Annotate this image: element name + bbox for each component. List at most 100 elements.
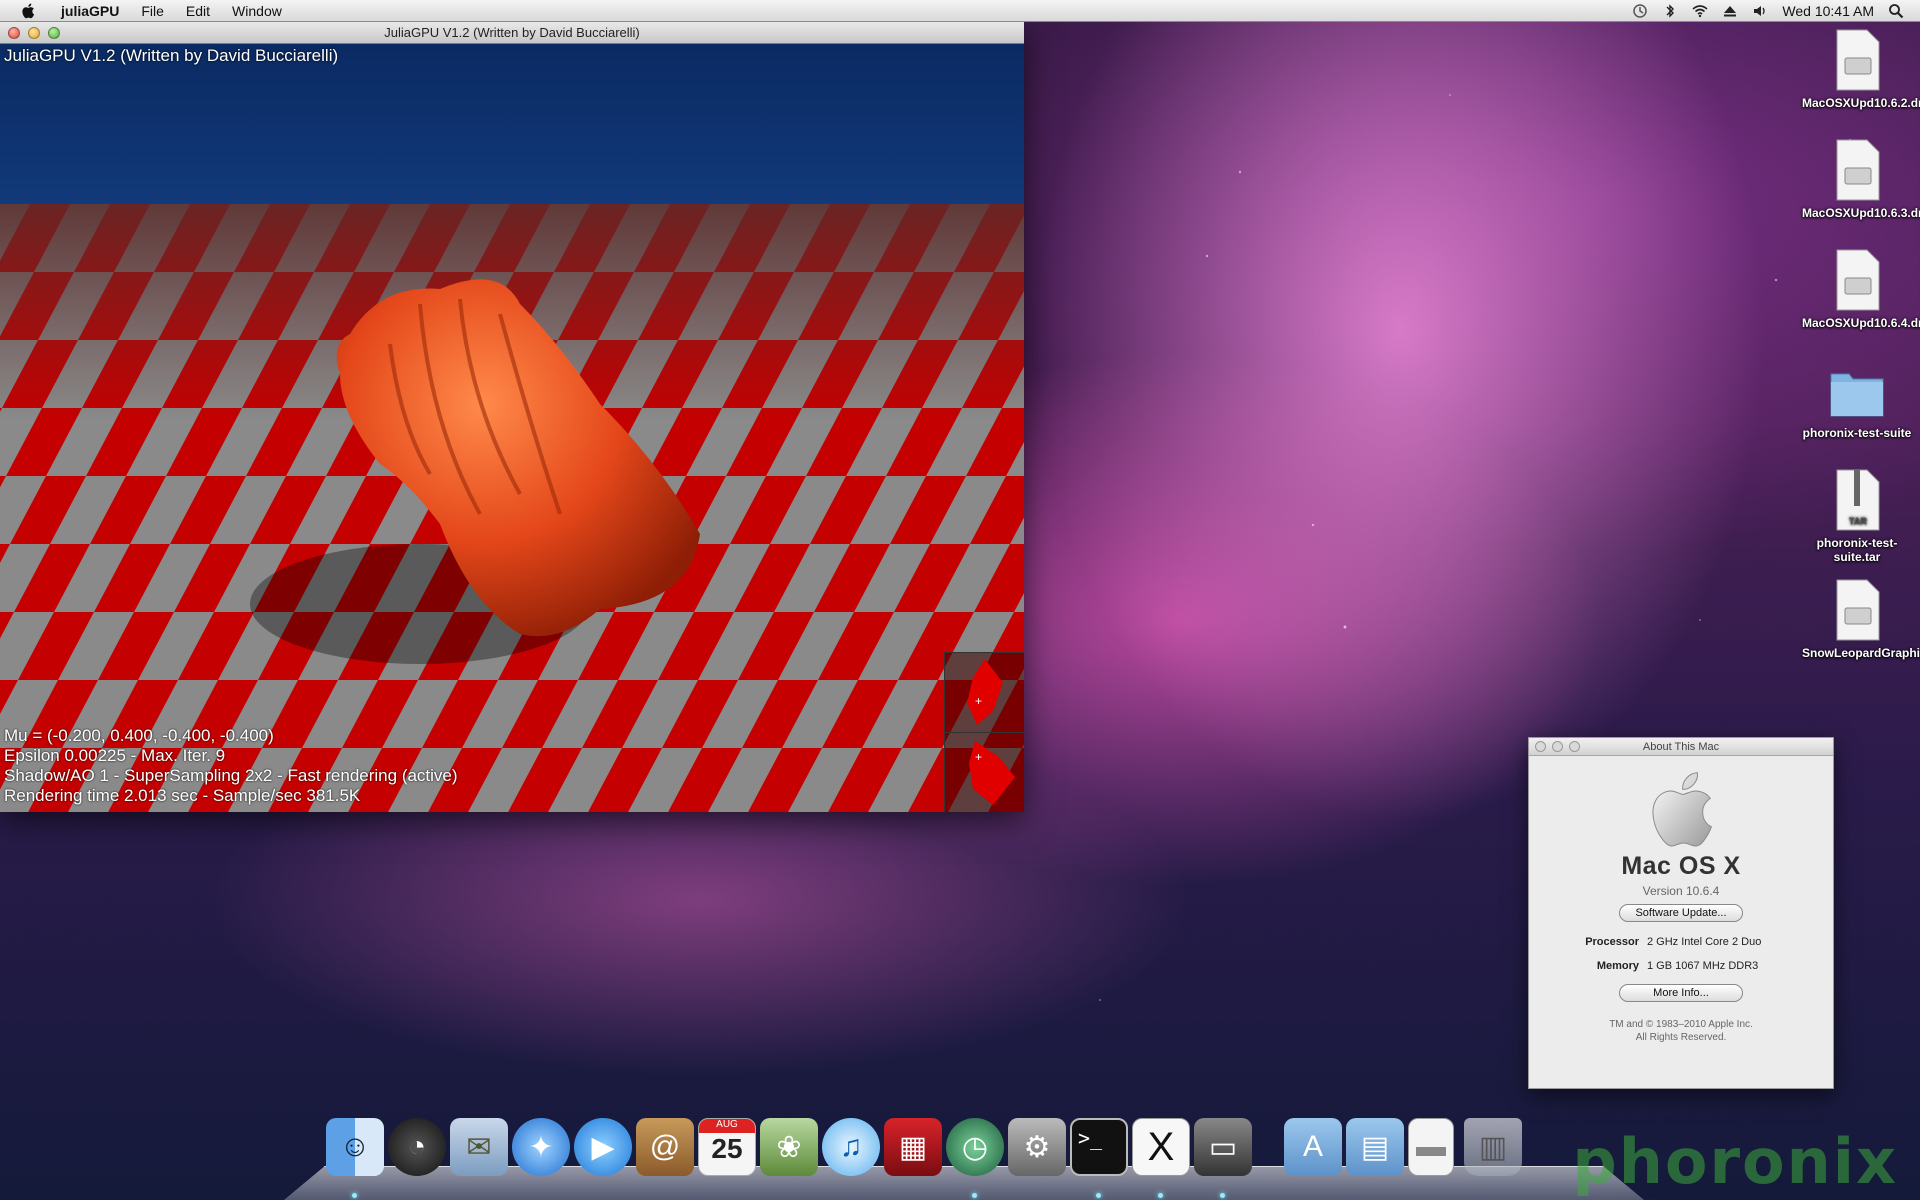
desktop-icon-label: MacOSXUpd10.6.3.dmg [1802, 206, 1920, 220]
svg-text:+: + [975, 750, 982, 764]
running-indicator [1220, 1193, 1225, 1198]
zoom-button[interactable] [48, 27, 60, 39]
about-this-mac-window: About This Mac Mac OS X Version 10.6.4 S… [1528, 737, 1834, 1089]
render-scene [0, 44, 1024, 812]
menu-window[interactable]: Window [221, 0, 293, 22]
zoom-button[interactable] [1569, 741, 1580, 752]
apple-menu-icon[interactable] [18, 3, 38, 19]
documents-folder-icon[interactable]: ▤ [1346, 1118, 1404, 1176]
dashboard-icon[interactable]: ◔ [388, 1118, 446, 1176]
address-book-icon[interactable]: @ [636, 1118, 694, 1176]
close-button[interactable] [1535, 741, 1546, 752]
finder-icon[interactable]: ☺ [326, 1118, 384, 1176]
render-canvas[interactable]: JuliaGPU V1.2 (Written by David Bucciare… [0, 44, 1024, 812]
disk-image-icon [1836, 139, 1880, 201]
desktop-icon-dmg-2[interactable]: MacOSXUpd10.6.3.dmg [1802, 138, 1920, 220]
disk-image-icon [1836, 249, 1880, 311]
processor-label: Processor [1585, 936, 1639, 948]
menu-extras: Wed 10:41 AM [1632, 3, 1920, 19]
desktop-icon-label: phoronix-test-suite.tar [1816, 536, 1898, 564]
ichat-icon[interactable]: ▶ [574, 1118, 632, 1176]
menu-file[interactable]: File [130, 0, 175, 22]
mu-preview[interactable]: + [945, 652, 1024, 732]
minimize-button[interactable] [28, 27, 40, 39]
close-button[interactable] [8, 27, 20, 39]
svg-text:TAR: TAR [1849, 516, 1867, 526]
software-update-button[interactable]: Software Update... [1619, 904, 1743, 922]
mail-icon[interactable]: ✉ [450, 1118, 508, 1176]
shadow-line: Shadow/AO 1 - SuperSampling 2x2 - Fast r… [4, 766, 458, 785]
dock: ☺ ◔ ✉ ✦ ▶ @ AUG 25 ❀ ♫ ▦ ◷ ⚙ >_ X ▭ A ▤ … [284, 1118, 1644, 1200]
time-machine-icon[interactable]: ◷ [946, 1118, 1004, 1176]
tar-archive-icon: TAR [1836, 469, 1880, 531]
desktop-icon-label: MacOSXUpd10.6.2.dmg [1802, 96, 1920, 110]
julia-preview[interactable]: + [945, 732, 1024, 812]
applications-folder-icon[interactable]: A [1284, 1118, 1342, 1176]
dmg-file-icon[interactable]: ▬ [1408, 1118, 1454, 1176]
about-title: About This Mac [1642, 741, 1720, 753]
photo-booth-icon[interactable]: ▦ [884, 1118, 942, 1176]
watermark-logo: phoronix [1572, 1125, 1898, 1198]
ical-month: AUG [699, 1119, 755, 1133]
desktop-icon-folder[interactable]: phoronix-test-suite [1802, 358, 1912, 440]
renderer-header-text: JuliaGPU V1.2 (Written by David Bucciare… [4, 46, 339, 65]
desktop-icon-tar[interactable]: TAR phoronix-test-suite.tar [1802, 468, 1912, 564]
desktop-icon-dmg-3[interactable]: MacOSXUpd10.6.4.dmg [1802, 248, 1920, 330]
menu-bar: juliaGPU File Edit Window Wed 10:41 AM [0, 0, 1920, 22]
more-info-button[interactable]: More Info... [1619, 984, 1743, 1002]
parameter-previews: + + [944, 652, 1024, 812]
mu-line: Mu = (-0.200, 0.400, -0.400, -0.400) [4, 726, 274, 745]
wifi-icon[interactable] [1692, 3, 1708, 19]
itunes-icon[interactable]: ♫ [822, 1118, 880, 1176]
desktop-icon-label: phoronix-test-suite [1802, 426, 1912, 440]
copyright: TM and © 1983–2010 Apple Inc. All Rights… [1529, 1018, 1833, 1044]
x11-icon[interactable]: X [1132, 1118, 1190, 1176]
running-indicator [972, 1193, 977, 1198]
epsilon-line: Epsilon 0.00225 - Max. Iter. 9 [4, 746, 226, 765]
desktop-icon-dmg-1[interactable]: MacOSXUpd10.6.2.dmg [1802, 28, 1920, 110]
svg-text:+: + [975, 694, 982, 708]
terminal-icon[interactable]: >_ [1070, 1118, 1128, 1176]
about-titlebar[interactable]: About This Mac [1529, 738, 1833, 756]
ical-icon[interactable]: AUG 25 [698, 1118, 756, 1176]
menu-edit[interactable]: Edit [175, 0, 221, 22]
memory-value: 1 GB 1067 MHz DDR3 [1647, 960, 1759, 972]
system-preferences-icon[interactable]: ⚙ [1008, 1118, 1066, 1176]
window-title: JuliaGPU V1.2 (Written by David Bucciare… [384, 25, 640, 40]
juliagpu-window: JuliaGPU V1.2 (Written by David Bucciare… [0, 22, 1024, 812]
iphoto-icon[interactable]: ❀ [760, 1118, 818, 1176]
disk-image-icon [1836, 29, 1880, 91]
memory-label: Memory [1596, 960, 1639, 972]
ical-day: 25 [711, 1133, 743, 1164]
disk-image-icon [1836, 579, 1880, 641]
desktop-icon-label: SnowLeopardGraphics….0.dmg [1802, 646, 1920, 660]
running-indicator [352, 1193, 357, 1198]
memory-row: Memory 1 GB 1067 MHz DDR3 [1529, 960, 1833, 972]
processor-row: Processor 2 GHz Intel Core 2 Duo [1529, 936, 1833, 948]
window-titlebar[interactable]: JuliaGPU V1.2 (Written by David Bucciare… [0, 22, 1024, 44]
desktop-icon-label: MacOSXUpd10.6.4.dmg [1802, 316, 1920, 330]
running-indicator [1096, 1193, 1101, 1198]
eject-icon[interactable] [1722, 3, 1738, 19]
spotlight-icon[interactable] [1888, 3, 1904, 19]
processor-value: 2 GHz Intel Core 2 Duo [1647, 936, 1762, 948]
rendering-time-line: Rendering time 2.013 sec - Sample/sec 38… [4, 786, 361, 805]
running-indicator [1158, 1193, 1163, 1198]
menu-app-name[interactable]: juliaGPU [50, 0, 130, 22]
copyright-line-2: All Rights Reserved. [1635, 1032, 1727, 1043]
render-info: Mu = (-0.200, 0.400, -0.400, -0.400) Eps… [4, 726, 458, 806]
time-machine-icon[interactable] [1632, 3, 1648, 19]
menu-clock[interactable]: Wed 10:41 AM [1782, 3, 1874, 19]
copyright-line-1: TM and © 1983–2010 Apple Inc. [1609, 1019, 1753, 1030]
apple-logo-icon [1652, 772, 1712, 847]
folder-icon [1830, 373, 1884, 417]
trash-icon[interactable]: ▥ [1464, 1118, 1522, 1176]
os-name: Mac OS X [1621, 852, 1741, 880]
desktop-icon-dmg-4[interactable]: SnowLeopardGraphics….0.dmg [1802, 578, 1920, 660]
bluetooth-icon[interactable] [1662, 3, 1678, 19]
os-version: Version 10.6.4 [1642, 884, 1720, 898]
app-window-icon[interactable]: ▭ [1194, 1118, 1252, 1176]
safari-icon[interactable]: ✦ [512, 1118, 570, 1176]
minimize-button[interactable] [1552, 741, 1563, 752]
volume-icon[interactable] [1752, 3, 1768, 19]
